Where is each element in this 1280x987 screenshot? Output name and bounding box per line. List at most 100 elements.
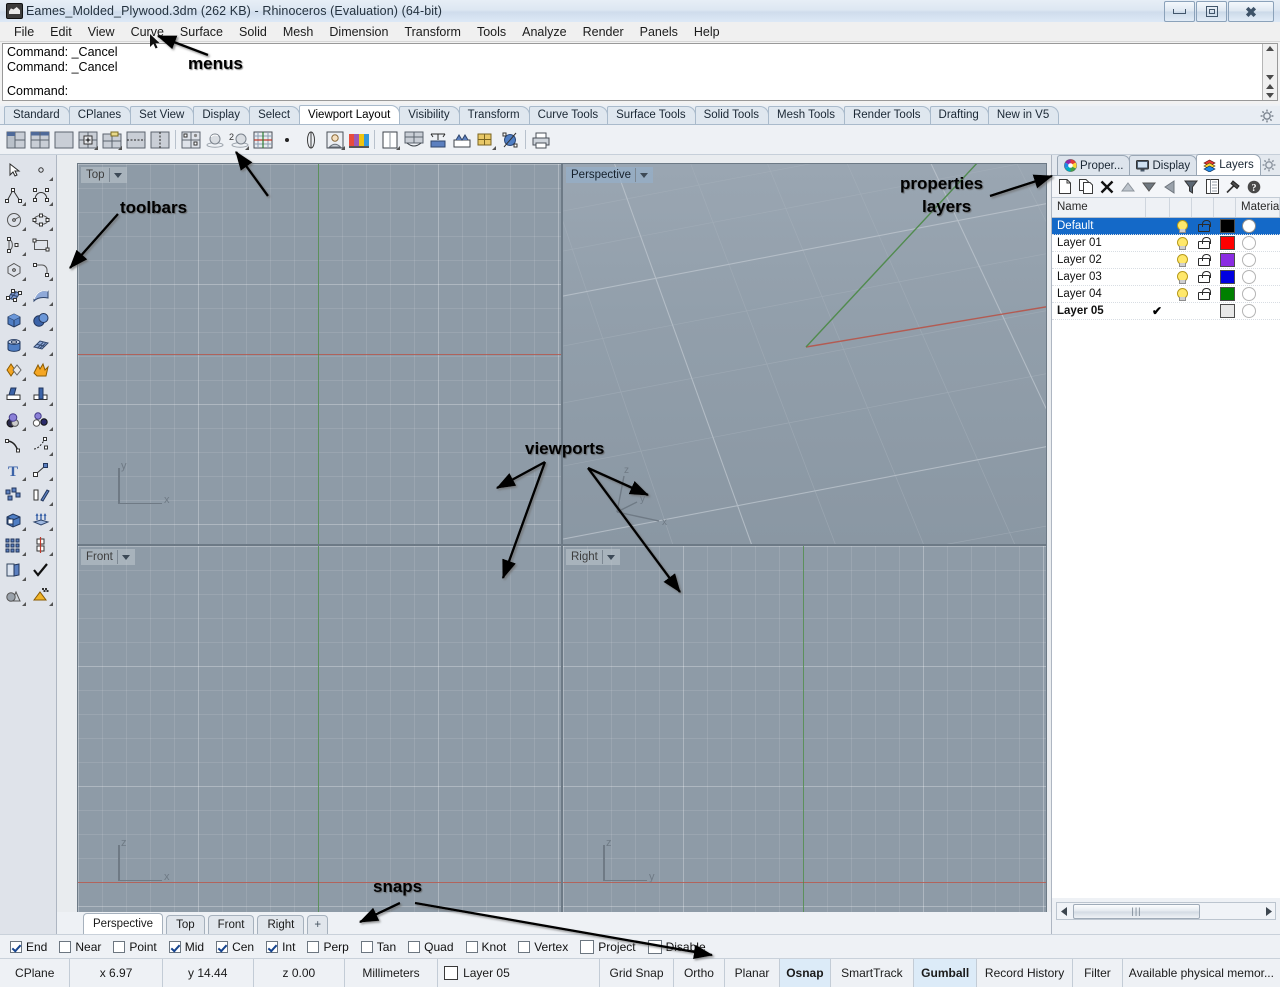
table-row[interactable]: Layer 01 bbox=[1052, 235, 1280, 252]
viewport-tab-front[interactable]: Front bbox=[207, 915, 255, 934]
split-viewport-vertical-icon[interactable] bbox=[148, 128, 171, 151]
menu-curve[interactable]: Curve bbox=[123, 23, 172, 41]
grid-options-icon[interactable] bbox=[251, 128, 274, 151]
menu-surface[interactable]: Surface bbox=[172, 23, 231, 41]
rectangular-array-icon[interactable] bbox=[0, 532, 27, 557]
toolbar-tab-viewport-layout[interactable]: Viewport Layout bbox=[299, 105, 401, 124]
restore-icon[interactable] bbox=[1196, 1, 1227, 22]
material-icon[interactable] bbox=[1237, 252, 1280, 269]
menu-render[interactable]: Render bbox=[575, 23, 632, 41]
toolbar-tab-select[interactable]: Select bbox=[249, 106, 301, 124]
boolean-union-icon[interactable] bbox=[0, 357, 27, 382]
group-icon[interactable] bbox=[0, 482, 27, 507]
osnap-near[interactable]: Near bbox=[59, 940, 101, 954]
extrude-icon[interactable] bbox=[27, 507, 54, 532]
layer-current-check[interactable] bbox=[1147, 235, 1171, 252]
surface-from-curve-icon[interactable] bbox=[27, 282, 54, 307]
osnap-perp[interactable]: Perp bbox=[307, 940, 349, 954]
lock-icon[interactable] bbox=[1193, 252, 1215, 269]
viewport-right[interactable]: Right z y bbox=[562, 545, 1047, 927]
toolbar-tab-curve-tools[interactable]: Curve Tools bbox=[528, 106, 609, 124]
text-icon[interactable]: T bbox=[0, 457, 27, 482]
toolbar-tab-transform[interactable]: Transform bbox=[458, 106, 530, 124]
material-icon[interactable] bbox=[1237, 269, 1280, 286]
maximize-viewport-icon[interactable] bbox=[426, 128, 449, 151]
osnap-tan[interactable]: Tan bbox=[360, 940, 396, 954]
light-bulb-icon[interactable] bbox=[1171, 303, 1193, 320]
rectangle-icon[interactable] bbox=[27, 232, 54, 257]
viewport-layout-4-split-icon[interactable] bbox=[28, 128, 51, 151]
help-icon[interactable]: ? bbox=[1245, 178, 1263, 196]
checkbox[interactable] bbox=[113, 940, 126, 953]
chevron-down-icon[interactable] bbox=[108, 168, 126, 182]
move-layer-up-icon[interactable] bbox=[1119, 178, 1137, 196]
osnap-disable[interactable]: Disable bbox=[647, 939, 706, 954]
layer-properties-icon[interactable] bbox=[1203, 178, 1221, 196]
layer-color-swatch[interactable] bbox=[1215, 286, 1237, 303]
render-icon[interactable] bbox=[27, 582, 54, 607]
tab-properties[interactable]: Proper... bbox=[1057, 155, 1131, 175]
wallpaper-icon[interactable] bbox=[347, 128, 370, 151]
menu-analyze[interactable]: Analyze bbox=[514, 23, 574, 41]
check-icon[interactable] bbox=[27, 557, 54, 582]
osnap-vertex[interactable]: Vertex bbox=[518, 940, 568, 954]
copy-layer-icon[interactable] bbox=[1077, 178, 1095, 196]
offset-icon[interactable] bbox=[0, 407, 27, 432]
layer-color-swatch[interactable] bbox=[1215, 235, 1237, 252]
layer-color-swatch[interactable] bbox=[1215, 218, 1237, 235]
minimize-icon[interactable] bbox=[1164, 1, 1195, 22]
viewport-tab-top[interactable]: Top bbox=[166, 915, 205, 934]
status-units[interactable]: Millimeters bbox=[345, 959, 439, 987]
toolbar-tab-drafting[interactable]: Drafting bbox=[929, 106, 989, 124]
osnap-int[interactable]: Int bbox=[266, 940, 295, 954]
layer-current-check[interactable] bbox=[1147, 269, 1171, 286]
layer-current-check[interactable] bbox=[1147, 286, 1171, 303]
viewport-label-front[interactable]: Front bbox=[81, 549, 135, 565]
layer-color-swatch[interactable] bbox=[1215, 269, 1237, 286]
checkbox[interactable] bbox=[465, 940, 478, 953]
osnap-cen[interactable]: Cen bbox=[216, 940, 254, 954]
osnap-knot[interactable]: Knot bbox=[465, 940, 506, 954]
checkbox[interactable] bbox=[168, 940, 181, 953]
viewport-front[interactable]: Front z x bbox=[77, 545, 562, 927]
status-layer[interactable]: Layer 05 bbox=[438, 959, 600, 987]
point-icon[interactable] bbox=[275, 128, 298, 151]
layer-current-check[interactable] bbox=[1147, 252, 1171, 269]
scroll-down-icon[interactable] bbox=[1266, 93, 1274, 98]
lock-icon[interactable] bbox=[1193, 303, 1215, 320]
fillet-curve-icon[interactable] bbox=[0, 432, 27, 457]
status-grid-snap[interactable]: Grid Snap bbox=[600, 959, 675, 987]
layer-current-check[interactable] bbox=[1147, 218, 1171, 235]
split-icon[interactable] bbox=[27, 382, 54, 407]
gear-icon[interactable] bbox=[1262, 158, 1276, 172]
viewport-label-top[interactable]: Top bbox=[81, 167, 127, 183]
toolbar-tab-render-tools[interactable]: Render Tools bbox=[843, 106, 931, 124]
viewport-top[interactable]: Top y x bbox=[77, 163, 562, 545]
add-viewport-tab-icon[interactable]: + bbox=[307, 915, 329, 934]
menu-panels[interactable]: Panels bbox=[632, 23, 686, 41]
checkbox[interactable] bbox=[307, 940, 320, 953]
table-row[interactable]: Layer 03 bbox=[1052, 269, 1280, 286]
filter-icon[interactable] bbox=[1182, 178, 1200, 196]
toolbar-tab-cplanes[interactable]: CPlanes bbox=[68, 106, 132, 124]
cylinder-icon[interactable] bbox=[0, 332, 27, 357]
command-history[interactable]: Command: _Cancel Command: _Cancel bbox=[2, 43, 1278, 83]
menu-solid[interactable]: Solid bbox=[231, 23, 275, 41]
previous-layer-icon[interactable] bbox=[1161, 178, 1179, 196]
checkbox[interactable] bbox=[518, 940, 531, 953]
panel-horizontal-scrollbar[interactable]: ||| bbox=[1056, 902, 1276, 920]
solid-tools-icon[interactable] bbox=[0, 507, 27, 532]
four-view-icon[interactable] bbox=[179, 128, 202, 151]
checkbox[interactable] bbox=[647, 939, 662, 954]
lock-icon[interactable] bbox=[1193, 286, 1215, 303]
layer-tools-icon[interactable] bbox=[0, 557, 27, 582]
shaded-viewport-icon[interactable] bbox=[203, 128, 226, 151]
gear-icon[interactable] bbox=[1260, 109, 1274, 123]
material-icon[interactable] bbox=[1237, 235, 1280, 252]
checkbox[interactable] bbox=[216, 940, 229, 953]
viewport-tab-right[interactable]: Right bbox=[257, 915, 305, 934]
curve-fillet-icon[interactable] bbox=[27, 257, 54, 282]
new-layer-icon[interactable] bbox=[1056, 178, 1074, 196]
viewport-perspective[interactable]: Perspective z y x bbox=[562, 163, 1047, 545]
sphere-icon[interactable] bbox=[27, 307, 54, 332]
